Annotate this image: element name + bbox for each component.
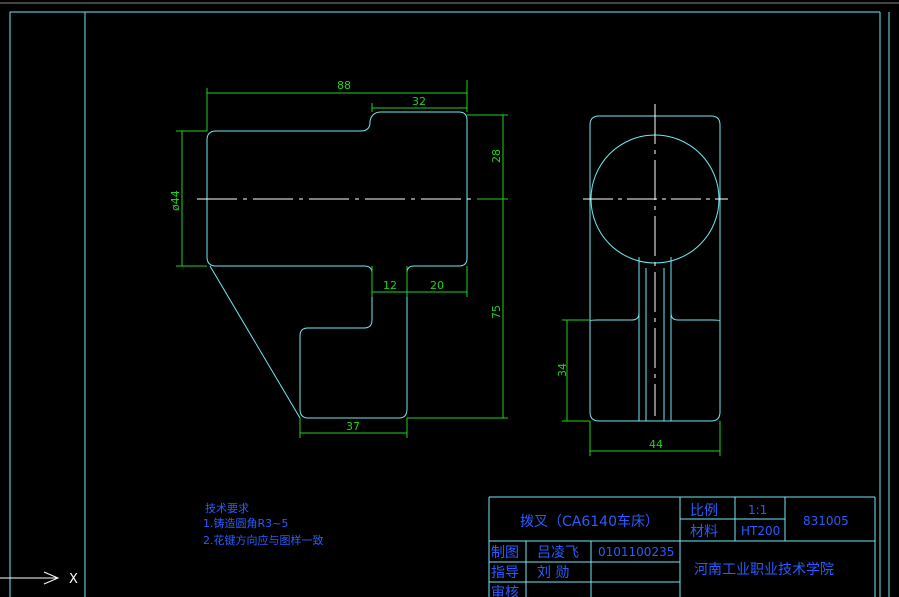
dim-28: 28 — [490, 149, 503, 163]
title-school: 河南工业职业技术学院 — [694, 562, 834, 578]
front-view-outline — [206, 111, 468, 419]
cad-drawing-canvas[interactable]: 88 32 28 ø44 12 20 75 37 34 44 技术要求 1.铸造… — [0, 0, 899, 597]
ucs-x-label: X — [69, 572, 78, 587]
title-scale-value: 1:1 — [748, 503, 767, 517]
title-material-value: HT200 — [741, 524, 780, 538]
title-review-label: 审核 — [491, 585, 519, 597]
title-drawn-id: 0101100235 — [598, 545, 674, 559]
notes-line-2: 2.花键方向应与图样一致 — [203, 533, 324, 547]
dim-44-width: 44 — [649, 438, 663, 451]
drawing-svg: 88 32 28 ø44 12 20 75 37 34 44 技术要求 1.铸造… — [0, 2, 899, 597]
dim-75: 75 — [490, 305, 503, 319]
dim-dia-44: ø44 — [169, 190, 182, 211]
title-guide-label: 指导 — [491, 565, 519, 581]
notes-title: 技术要求 — [205, 502, 249, 515]
side-view-centerlines — [583, 104, 728, 416]
title-scale-label: 比例 — [690, 503, 718, 519]
title-drawn-name: 吕凌飞 — [537, 545, 579, 561]
dim-34: 34 — [556, 363, 569, 377]
title-drawing-number: 831005 — [803, 514, 849, 528]
dim-20: 20 — [430, 279, 444, 292]
notes-line-1: 1.铸造圆角R3~5 — [203, 516, 288, 530]
ucs-x-axis-icon — [0, 571, 60, 585]
title-material-label: 材料 — [690, 524, 718, 540]
title-part-name: 拨叉（CA6140车床） — [520, 513, 659, 530]
side-view-dimensions — [562, 319, 721, 456]
title-guide-name: 刘 勋 — [537, 565, 569, 581]
front-view-dimensions — [176, 80, 508, 438]
dim-37: 37 — [346, 420, 360, 433]
dim-12: 12 — [383, 279, 397, 292]
title-drawn-label: 制图 — [491, 545, 519, 561]
dim-88: 88 — [337, 79, 351, 92]
dim-32: 32 — [412, 95, 426, 108]
